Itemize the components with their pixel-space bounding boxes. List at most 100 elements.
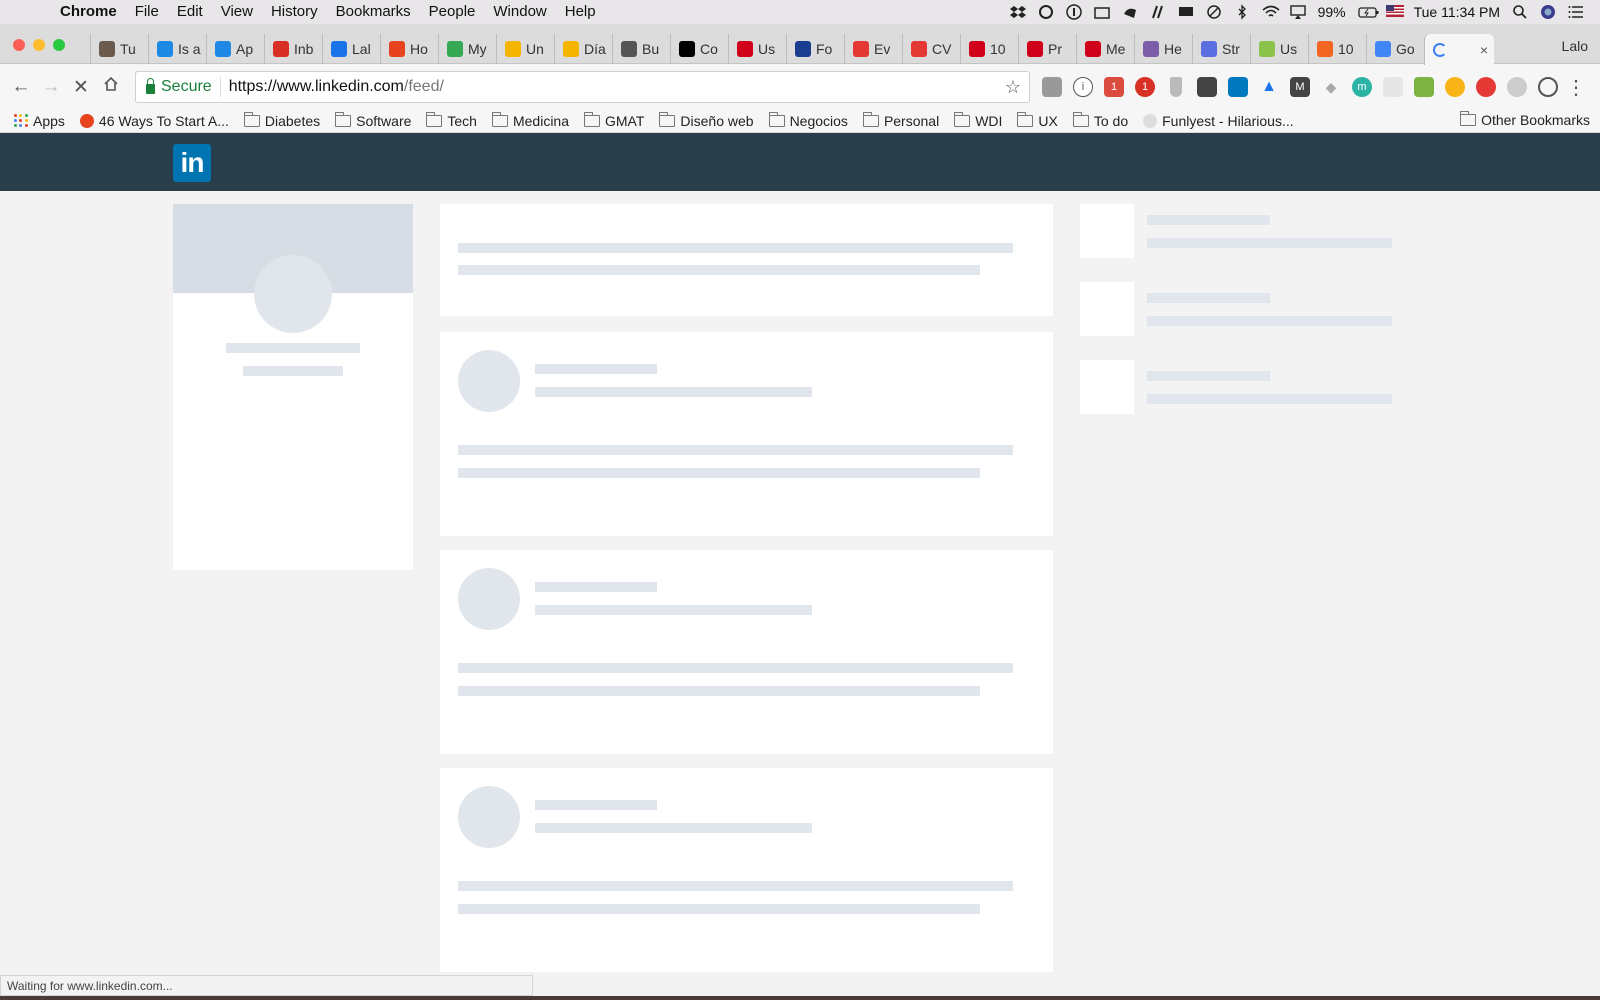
bookmark-folder[interactable]: WDI bbox=[954, 111, 1003, 129]
browser-tab[interactable]: Go bbox=[1366, 34, 1424, 64]
minimize-window-button[interactable] bbox=[33, 39, 45, 51]
browser-tab[interactable]: CV bbox=[902, 34, 960, 64]
evernote-icon[interactable] bbox=[1122, 4, 1138, 20]
profile-button[interactable]: Lalo bbox=[1562, 38, 1588, 54]
other-bookmarks[interactable]: Other Bookmarks bbox=[1460, 111, 1590, 128]
tab-favicon-icon bbox=[1027, 41, 1043, 57]
browser-tab[interactable]: Un bbox=[496, 34, 554, 64]
trello-extension-icon[interactable] bbox=[1228, 77, 1248, 97]
crown-extension-icon[interactable] bbox=[1197, 77, 1217, 97]
bookmark-folder[interactable]: Software bbox=[335, 111, 411, 129]
url-text[interactable]: https://www.linkedin.com/feed/ bbox=[221, 78, 444, 96]
alarm-extension-icon[interactable]: 1 bbox=[1135, 77, 1155, 97]
sync-icon[interactable] bbox=[1206, 4, 1222, 20]
browser-tab[interactable]: Co bbox=[670, 34, 728, 64]
battery-icon[interactable] bbox=[1357, 4, 1379, 20]
us-flag-icon[interactable] bbox=[1385, 4, 1404, 20]
forward-button[interactable]: → bbox=[36, 76, 66, 98]
menu-people[interactable]: People bbox=[420, 0, 485, 24]
menu-help[interactable]: Help bbox=[556, 0, 605, 24]
browser-tab[interactable]: 10 bbox=[960, 34, 1018, 64]
yellow-extension-icon[interactable] bbox=[1445, 77, 1465, 97]
browser-tab[interactable]: He bbox=[1134, 34, 1192, 64]
extension-gray-icon[interactable] bbox=[1042, 77, 1062, 97]
triangle-extension-icon[interactable]: ▲ bbox=[1259, 77, 1279, 97]
bookmark-folder[interactable]: UX bbox=[1017, 111, 1058, 129]
bookmark-folder[interactable]: Tech bbox=[426, 111, 477, 129]
green-extension-icon[interactable] bbox=[1414, 77, 1434, 97]
wifi-icon[interactable] bbox=[1262, 4, 1280, 20]
bookmark-label: WDI bbox=[975, 112, 1003, 129]
bookmark-folder[interactable]: Personal bbox=[862, 111, 939, 129]
bookmark-folder[interactable]: Diseño web bbox=[659, 111, 754, 129]
bookmark-folder[interactable]: Medicina bbox=[491, 111, 569, 129]
onepassword-icon[interactable] bbox=[1065, 4, 1082, 20]
creative-cloud-icon[interactable] bbox=[1038, 4, 1054, 20]
onepassword-extension-icon[interactable]: i bbox=[1073, 77, 1093, 97]
spiral-extension-icon[interactable] bbox=[1538, 77, 1558, 97]
bookmark-folder[interactable]: Diabetes bbox=[243, 111, 320, 129]
browser-tab[interactable]: Us bbox=[1250, 34, 1308, 64]
browser-tab[interactable]: Ev bbox=[844, 34, 902, 64]
stop-button[interactable]: ✕ bbox=[66, 76, 96, 99]
bookmark-site[interactable]: Funlyest - Hilarious... bbox=[1143, 113, 1294, 129]
notification-center-icon[interactable] bbox=[1568, 4, 1584, 20]
browser-tab[interactable]: Pr bbox=[1018, 34, 1076, 64]
security-indicator[interactable]: Secure bbox=[136, 77, 221, 97]
browser-tab[interactable]: Str bbox=[1192, 34, 1250, 64]
script-icon[interactable] bbox=[1150, 4, 1166, 20]
gray-circle-extension-icon[interactable] bbox=[1507, 77, 1527, 97]
menu-edit[interactable]: Edit bbox=[168, 0, 212, 24]
browser-tab[interactable]: Fo bbox=[786, 34, 844, 64]
home-button[interactable] bbox=[96, 76, 126, 98]
chrome-menu-icon[interactable]: ⋮ bbox=[1566, 75, 1586, 100]
browser-tab[interactable]: Me bbox=[1076, 34, 1134, 64]
airplay-icon[interactable] bbox=[1289, 4, 1306, 20]
back-button[interactable]: ← bbox=[6, 76, 36, 98]
browser-tab[interactable]: My bbox=[438, 34, 496, 64]
chrome-color-extension-icon[interactable] bbox=[1476, 77, 1496, 97]
browser-tab[interactable]: Inb bbox=[264, 34, 322, 64]
menu-chrome[interactable]: Chrome bbox=[60, 0, 126, 24]
browser-tab[interactable]: 10 bbox=[1308, 34, 1366, 64]
browser-tab[interactable]: Lal bbox=[322, 34, 380, 64]
cup-extension-icon[interactable] bbox=[1170, 77, 1182, 97]
inbox-icon[interactable] bbox=[1093, 4, 1110, 20]
browser-tab[interactable]: Ap bbox=[206, 34, 264, 64]
spotlight-search-icon[interactable] bbox=[1512, 4, 1528, 20]
menubar-clock[interactable]: Tue 11:34 PM bbox=[1414, 4, 1500, 20]
bookmark-folder[interactable]: GMAT bbox=[584, 111, 644, 129]
light-extension-icon[interactable] bbox=[1383, 77, 1403, 97]
dropbox-extension-icon[interactable]: ◆ bbox=[1321, 77, 1341, 97]
todoist-extension-icon[interactable]: 1 bbox=[1104, 77, 1124, 97]
bookmark-folder[interactable]: To do bbox=[1072, 111, 1128, 129]
bookmark-apps[interactable]: Apps bbox=[14, 113, 65, 129]
menu-file[interactable]: File bbox=[126, 0, 168, 24]
medium-extension-icon[interactable]: M bbox=[1290, 77, 1310, 97]
menu-history[interactable]: History bbox=[262, 0, 327, 24]
bookmark-folder[interactable]: Negocios bbox=[768, 111, 848, 129]
bookmark-star-icon[interactable]: ☆ bbox=[1005, 77, 1021, 98]
browser-tab[interactable]: Ho bbox=[380, 34, 438, 64]
browser-tab[interactable]: Bu bbox=[612, 34, 670, 64]
browser-tab[interactable]: Tu bbox=[90, 34, 148, 64]
browser-tab[interactable]: Día bbox=[554, 34, 612, 64]
browser-tab[interactable]: Is a bbox=[148, 34, 206, 64]
dropbox-icon[interactable] bbox=[1009, 4, 1026, 20]
linkedin-logo[interactable]: in bbox=[173, 144, 211, 182]
active-tab-linkedin[interactable]: × bbox=[1424, 34, 1494, 65]
teal-extension-icon[interactable]: m bbox=[1352, 77, 1372, 97]
menu-bookmarks[interactable]: Bookmarks bbox=[327, 0, 420, 24]
menu-window[interactable]: Window bbox=[484, 0, 555, 24]
bluetooth-icon[interactable] bbox=[1234, 4, 1250, 20]
bookmark-site[interactable]: 46 Ways To Start A... bbox=[79, 113, 229, 129]
tab-favicon-icon bbox=[1085, 41, 1101, 57]
display-icon[interactable] bbox=[1178, 4, 1194, 20]
address-bar[interactable]: Secure https://www.linkedin.com/feed/ ☆ bbox=[135, 71, 1030, 103]
menu-view[interactable]: View bbox=[212, 0, 262, 24]
siri-icon[interactable] bbox=[1540, 4, 1556, 20]
zoom-window-button[interactable] bbox=[53, 39, 65, 51]
close-tab-icon[interactable]: × bbox=[1480, 42, 1488, 58]
browser-tab[interactable]: Us bbox=[728, 34, 786, 64]
close-window-button[interactable] bbox=[13, 39, 25, 51]
